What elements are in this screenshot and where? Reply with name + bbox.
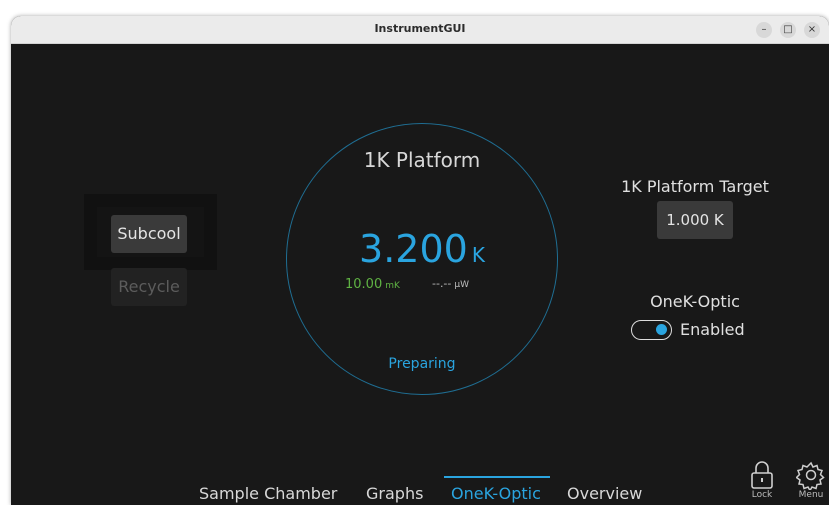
minimize-icon[interactable]: – [756, 22, 772, 38]
temperature-value: 3.200 [359, 227, 468, 271]
power-readout: --.-- µW [432, 277, 469, 290]
stability-value: 10.00 [345, 277, 383, 292]
lock-label: Lock [751, 490, 773, 500]
window-title: InstrumentGUI [374, 22, 466, 35]
onek-optic-toggle[interactable] [631, 320, 672, 340]
menu-button[interactable]: Menu [793, 460, 829, 505]
power-value: --.-- [432, 277, 452, 290]
maximize-icon[interactable]: □ [780, 22, 796, 38]
temperature-unit: K [471, 243, 485, 267]
power-unit: µW [454, 280, 469, 290]
tab-sample-chamber[interactable]: Sample Chamber [199, 484, 337, 503]
tab-graphs[interactable]: Graphs [366, 484, 423, 503]
toggle-state-label: Enabled [680, 320, 745, 339]
title-bar[interactable]: InstrumentGUI – □ × [11, 16, 829, 44]
onek-optic-label: OneK-Optic [650, 292, 740, 311]
lock-icon [751, 461, 773, 489]
toggle-knob [656, 324, 667, 335]
stability-readout: 10.00 mK [345, 277, 400, 292]
target-value-button[interactable]: 1.000 K [657, 201, 733, 239]
stability-unit: mK [385, 281, 400, 291]
close-icon[interactable]: × [804, 22, 820, 38]
recycle-button[interactable]: Recycle [111, 268, 187, 306]
main-content: Subcool Recycle 1K Platform 3.200 K 10.00… [11, 44, 829, 505]
platform-label: 1K Platform [363, 148, 481, 172]
target-label: 1K Platform Target [621, 177, 769, 196]
temperature-readout: 3.200 K [286, 227, 558, 271]
status-text: Preparing [388, 356, 456, 372]
menu-label: Menu [798, 490, 824, 500]
lock-button[interactable]: Lock [744, 460, 780, 505]
tab-onek-optic[interactable]: OneK-Optic [451, 484, 541, 503]
active-tab-indicator [444, 476, 550, 478]
app-window: InstrumentGUI – □ × Subcool Recycle 1K P… [11, 16, 829, 505]
tab-overview[interactable]: Overview [567, 484, 642, 503]
gear-icon [796, 461, 825, 490]
subcool-button[interactable]: Subcool [111, 215, 187, 253]
